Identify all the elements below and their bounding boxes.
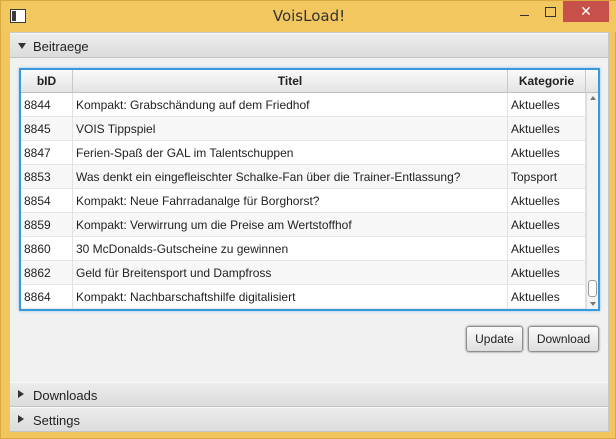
close-icon: ✕	[580, 3, 592, 20]
table-row[interactable]: 8847 Ferien-Spaß der GAL im Talentschupp…	[21, 141, 586, 165]
cell-bid: 8844	[21, 93, 73, 117]
cell-kategorie: Aktuelles	[508, 261, 586, 285]
header-filler	[586, 70, 598, 93]
accordion-header-downloads[interactable]: Downloads	[10, 382, 608, 407]
cell-kategorie: Aktuelles	[508, 93, 586, 117]
column-header-titel[interactable]: Titel	[73, 70, 508, 93]
cell-bid: 8847	[21, 141, 73, 165]
scrollbar-thumb[interactable]	[588, 280, 597, 297]
scroll-down-icon[interactable]	[590, 302, 596, 306]
cell-kategorie: Aktuelles	[508, 141, 586, 165]
accordion-header-beitraege[interactable]: Beitraege	[10, 33, 608, 58]
chevron-right-icon	[18, 390, 24, 398]
cell-bid: 8859	[21, 213, 73, 237]
cell-bid: 8860	[21, 237, 73, 261]
cell-kategorie: Aktuelles	[508, 117, 586, 141]
chevron-down-icon	[18, 43, 26, 49]
table-row[interactable]: 8845 VOIS Tippspiel Aktuelles	[21, 117, 586, 141]
scroll-up-icon[interactable]	[590, 96, 596, 100]
cell-bid: 8864	[21, 285, 73, 309]
cell-kategorie: Aktuelles	[508, 213, 586, 237]
cell-kategorie: Aktuelles	[508, 189, 586, 213]
accordion-label-settings: Settings	[33, 413, 80, 428]
minimize-button[interactable]	[511, 1, 537, 22]
cell-titel: Was denkt ein eingefleischter Schalke-Fa…	[73, 165, 508, 189]
cell-kategorie: Aktuelles	[508, 285, 586, 309]
table-body: 8844 Kompakt: Grabschändung auf dem Frie…	[21, 93, 586, 309]
beitraege-table[interactable]: bID Titel Kategorie 8844 Kompakt: Grabsc…	[19, 68, 600, 311]
client-area: Beitraege bID Titel Kategorie 8844 Kompa…	[9, 32, 609, 432]
cell-bid: 8862	[21, 261, 73, 285]
cell-titel: VOIS Tippspiel	[73, 117, 508, 141]
beitraege-panel: bID Titel Kategorie 8844 Kompakt: Grabsc…	[10, 58, 608, 381]
table-row[interactable]: 8853 Was denkt ein eingefleischter Schal…	[21, 165, 586, 189]
table-row[interactable]: 8860 30 McDonalds-Gutscheine zu gewinnen…	[21, 237, 586, 261]
cell-bid: 8845	[21, 117, 73, 141]
table-row[interactable]: 8864 Kompakt: Nachbarschaftshilfe digita…	[21, 285, 586, 309]
table-row[interactable]: 8859 Kompakt: Verwirrung um die Preise a…	[21, 213, 586, 237]
table-row[interactable]: 8862 Geld für Breitensport und Dampfross…	[21, 261, 586, 285]
cell-kategorie: Aktuelles	[508, 237, 586, 261]
accordion-header-settings[interactable]: Settings	[10, 407, 608, 432]
table-row[interactable]: 8854 Kompakt: Neue Fahrradanalge für Bor…	[21, 189, 586, 213]
cell-titel: 30 McDonalds-Gutscheine zu gewinnen	[73, 237, 508, 261]
chevron-right-icon	[18, 415, 24, 423]
cell-kategorie: Topsport	[508, 165, 586, 189]
app-window: VoisLoad! ✕ Beitraege bID Titel Kategori…	[0, 0, 616, 439]
vertical-scrollbar[interactable]	[586, 93, 598, 309]
column-header-kategorie[interactable]: Kategorie	[508, 70, 586, 93]
cell-bid: 8854	[21, 189, 73, 213]
accordion-label-downloads: Downloads	[33, 388, 98, 403]
cell-titel: Kompakt: Nachbarschaftshilfe digitalisie…	[73, 285, 508, 309]
column-header-bid[interactable]: bID	[21, 70, 73, 93]
maximize-button[interactable]	[537, 1, 563, 22]
download-button[interactable]: Download	[528, 326, 599, 352]
accordion-label-beitraege: Beitraege	[33, 39, 89, 54]
close-button[interactable]: ✕	[563, 1, 609, 22]
cell-bid: 8853	[21, 165, 73, 189]
table-header: bID Titel Kategorie	[21, 70, 598, 93]
cell-titel: Kompakt: Neue Fahrradanalge für Borghors…	[73, 189, 508, 213]
cell-titel: Kompakt: Grabschändung auf dem Friedhof	[73, 93, 508, 117]
update-button[interactable]: Update	[466, 326, 523, 352]
title-bar[interactable]: VoisLoad! ✕	[1, 1, 616, 32]
table-row[interactable]: 8844 Kompakt: Grabschändung auf dem Frie…	[21, 93, 586, 117]
cell-titel: Ferien-Spaß der GAL im Talentschuppen	[73, 141, 508, 165]
cell-titel: Geld für Breitensport und Dampfross	[73, 261, 508, 285]
cell-titel: Kompakt: Verwirrung um die Preise am Wer…	[73, 213, 508, 237]
